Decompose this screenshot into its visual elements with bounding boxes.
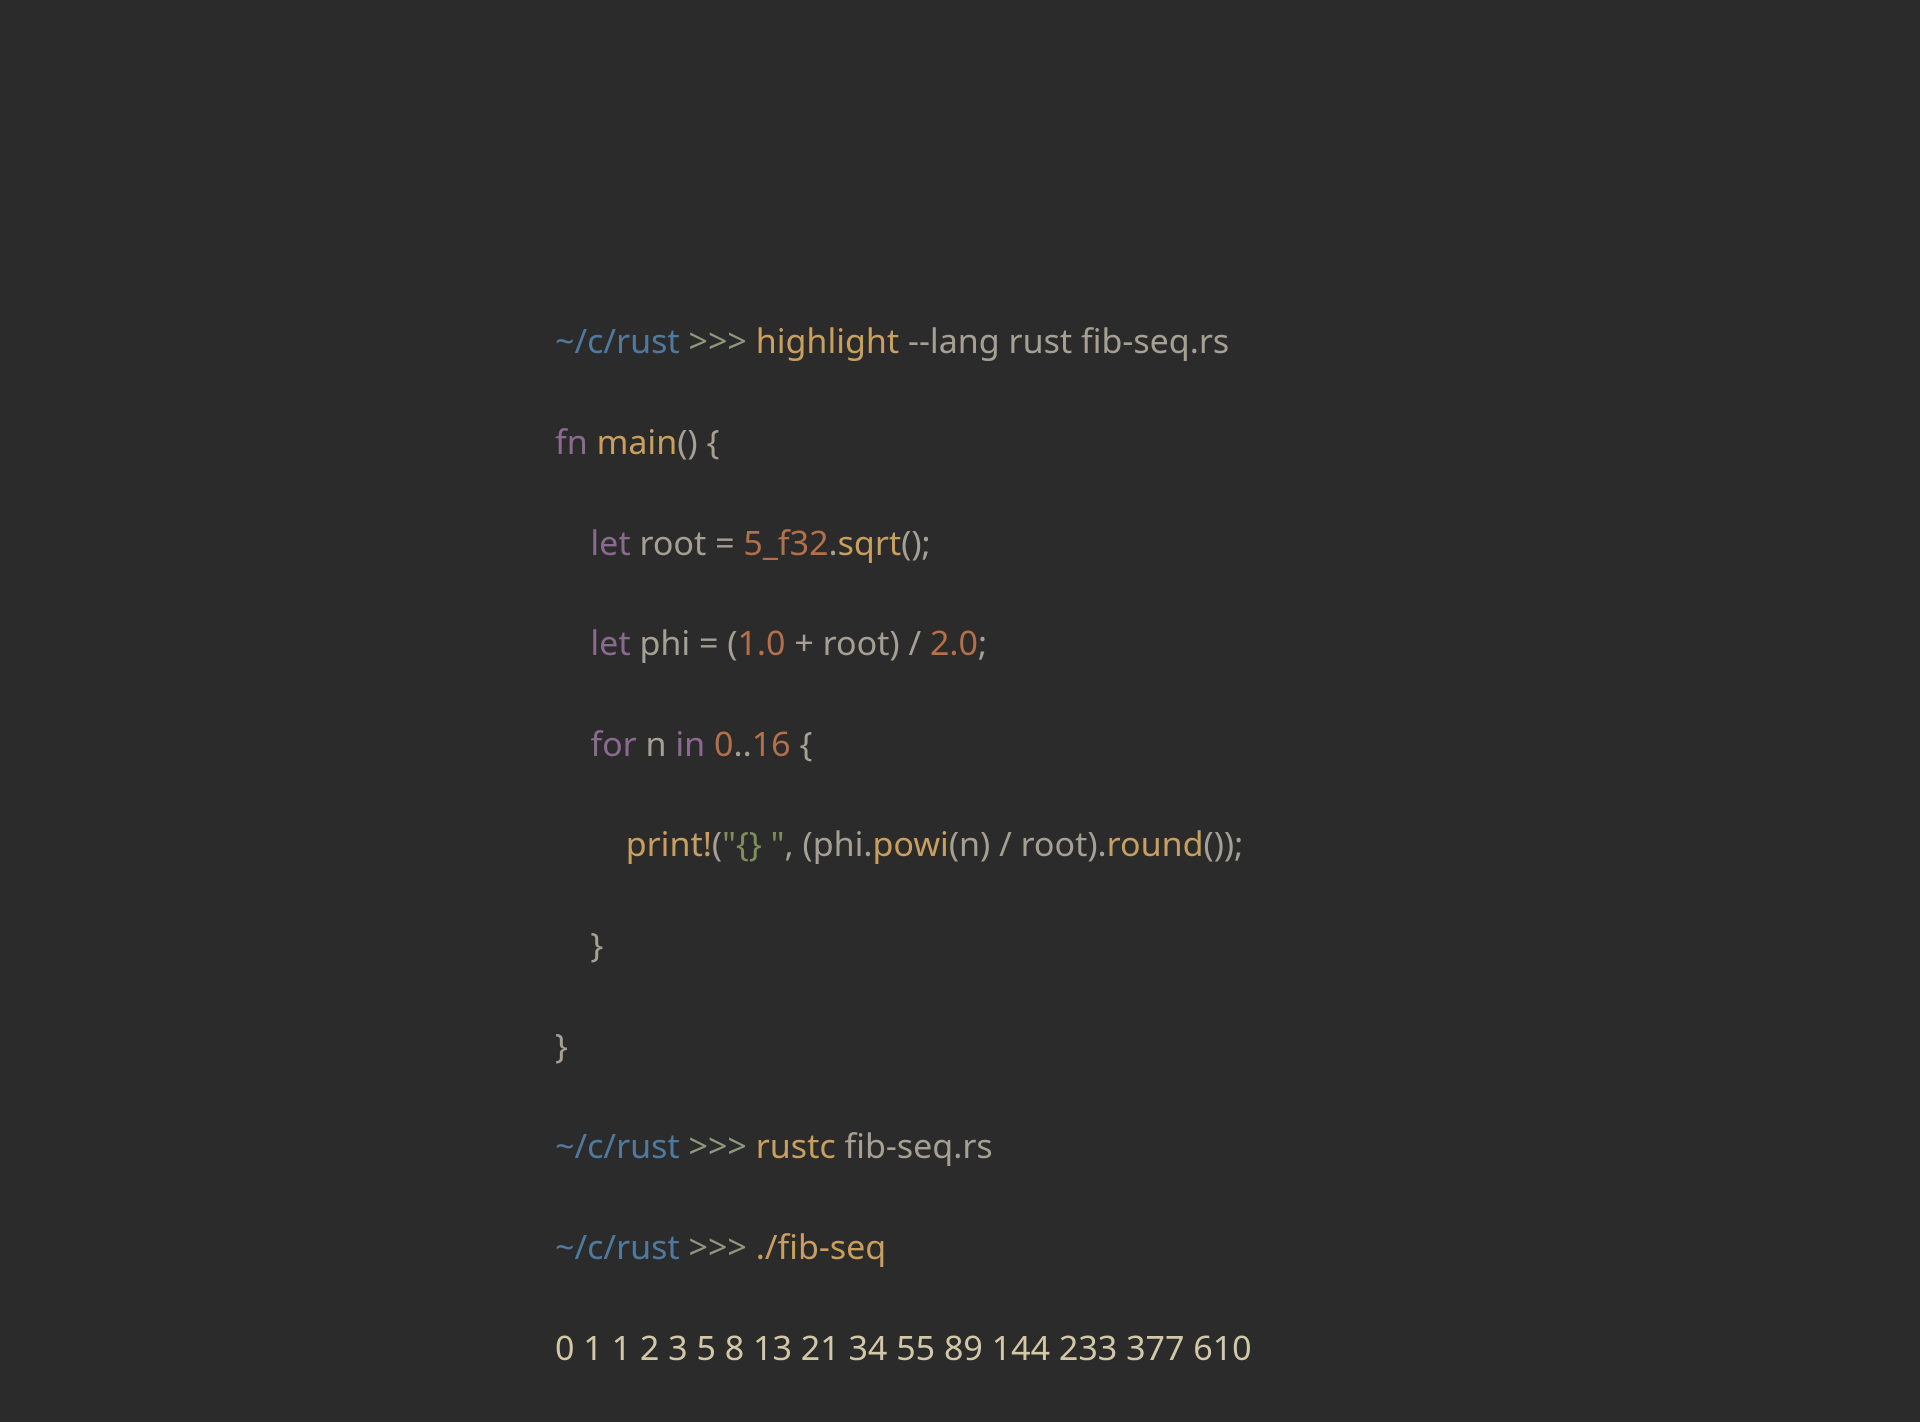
command-rustc: rustc [756, 1122, 836, 1168]
terminal-output: ~/c/rust >>> highlight --lang rust fib-s… [555, 265, 1252, 1422]
arg-file: fib-seq.rs [1081, 317, 1229, 363]
code-line-brace-inner: } [555, 919, 1252, 969]
flag-lang: --lang [908, 317, 1000, 363]
code-line-let-root: let root = 5_f32.sqrt(); [555, 517, 1252, 567]
command-highlight: highlight [756, 317, 899, 363]
prompt-line-1: ~/c/rust >>> highlight --lang rust fib-s… [555, 315, 1252, 365]
arg-lang: rust [1009, 317, 1073, 363]
code-line-brace-outer: } [555, 1020, 1252, 1070]
cwd-path: ~/c/rust [555, 317, 680, 363]
code-line-print: print!("{} ", (phi.powi(n) / root).round… [555, 818, 1252, 868]
command-run: ./fib-seq [756, 1223, 886, 1269]
program-output: 0 1 1 2 3 5 8 13 21 34 55 89 144 233 377… [555, 1322, 1252, 1372]
code-line-let-phi: let phi = (1.0 + root) / 2.0; [555, 617, 1252, 667]
prompt-line-2: ~/c/rust >>> rustc fib-seq.rs [555, 1120, 1252, 1170]
prompt-marker: >>> [689, 317, 747, 363]
code-line-for: for n in 0..16 { [555, 718, 1252, 768]
code-line-fn: fn main() { [555, 416, 1252, 466]
prompt-line-3: ~/c/rust >>> ./fib-seq [555, 1221, 1252, 1271]
